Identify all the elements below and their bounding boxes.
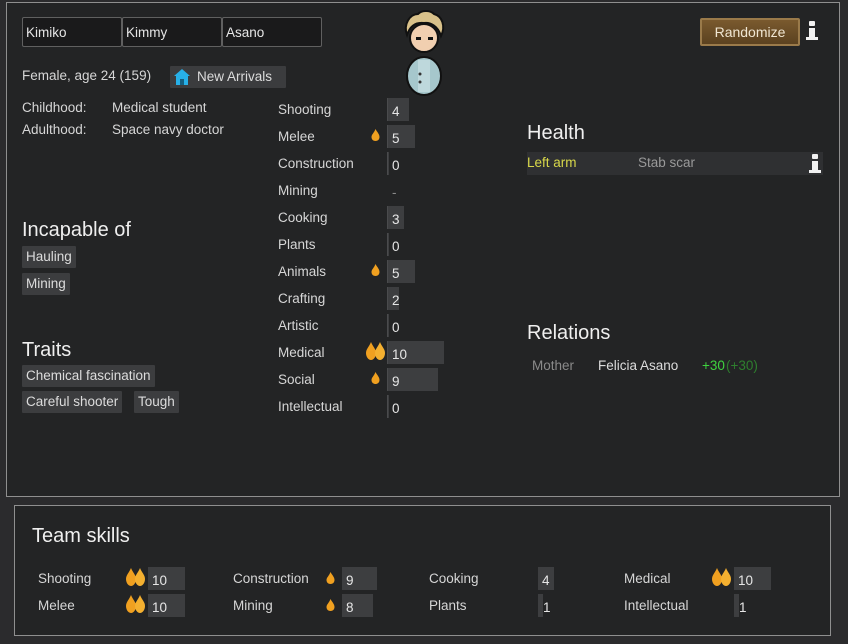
incapable-tag: Mining bbox=[22, 273, 70, 295]
nick-name-field[interactable] bbox=[122, 17, 222, 47]
minor-passion-icon bbox=[371, 372, 380, 384]
major-passion-icon bbox=[126, 595, 145, 613]
team-skill-level: 8 bbox=[346, 600, 354, 615]
minor-passion-icon bbox=[326, 599, 335, 611]
incapable-tag: Hauling bbox=[22, 246, 76, 268]
skill-label: Construction bbox=[278, 156, 354, 171]
health-condition: Stab scar bbox=[638, 155, 696, 170]
skill-label: Cooking bbox=[278, 210, 328, 225]
trait-tag[interactable]: Chemical fascination bbox=[22, 365, 155, 387]
team-skills-header: Team skills bbox=[32, 525, 130, 547]
team-skill-label: Cooking bbox=[429, 571, 479, 586]
trait-tag[interactable]: Tough bbox=[134, 391, 179, 413]
skill-level: 0 bbox=[392, 239, 400, 254]
relation-opinion: +30 bbox=[702, 358, 725, 373]
relation-opinion-base: (+30) bbox=[726, 358, 758, 373]
team-skill-label: Shooting bbox=[38, 571, 92, 586]
skill-level: 4 bbox=[392, 104, 400, 119]
skill-level: 3 bbox=[392, 212, 400, 227]
minor-passion-icon bbox=[371, 129, 380, 141]
skill-level: - bbox=[392, 185, 397, 200]
minor-passion-icon bbox=[371, 264, 380, 276]
team-skill-level: 4 bbox=[542, 573, 550, 588]
skill-label: Shooting bbox=[278, 102, 332, 117]
skill-label: Intellectual bbox=[278, 399, 343, 414]
team-skill-level: 10 bbox=[152, 573, 168, 588]
health-row[interactable]: Left arm Stab scar bbox=[527, 152, 823, 175]
team-skill-label: Intellectual bbox=[624, 598, 689, 613]
skill-level: 0 bbox=[392, 401, 400, 416]
team-skill-level: 9 bbox=[346, 573, 354, 588]
skill-level: 5 bbox=[392, 131, 400, 146]
adulthood-backstory: Space navy doctor bbox=[112, 122, 224, 137]
skill-bar bbox=[387, 152, 389, 175]
skill-level: 2 bbox=[392, 293, 400, 308]
major-passion-icon bbox=[712, 568, 731, 586]
skill-level: 0 bbox=[392, 158, 400, 173]
skill-level: 0 bbox=[392, 320, 400, 335]
skill-bar bbox=[387, 314, 389, 337]
adulthood-label: Adulthood: bbox=[22, 122, 87, 137]
last-name-field[interactable] bbox=[222, 17, 322, 47]
skill-level: 10 bbox=[392, 347, 408, 362]
major-passion-icon bbox=[126, 568, 145, 586]
relation-type: Mother bbox=[532, 358, 575, 373]
health-body-part: Left arm bbox=[527, 155, 577, 170]
faction-label: New Arrivals bbox=[197, 69, 273, 84]
skill-label: Animals bbox=[278, 264, 327, 279]
health-header: Health bbox=[527, 122, 585, 144]
incapable-header: Incapable of bbox=[22, 219, 131, 241]
relations-header: Relations bbox=[527, 322, 611, 344]
skill-label: Plants bbox=[278, 237, 316, 252]
faction-button[interactable]: New Arrivals bbox=[170, 66, 286, 88]
skill-bar bbox=[387, 395, 389, 418]
skill-label: Social bbox=[278, 372, 315, 387]
skill-bar bbox=[387, 233, 389, 256]
info-icon[interactable] bbox=[805, 20, 819, 40]
childhood-label: Childhood: bbox=[22, 100, 87, 115]
major-passion-icon bbox=[366, 342, 385, 360]
team-skill-label: Construction bbox=[233, 571, 309, 586]
team-skill-label: Plants bbox=[429, 598, 467, 613]
team-skill-level: 10 bbox=[738, 573, 754, 588]
team-skill-level: 1 bbox=[739, 600, 747, 615]
skill-label: Medical bbox=[278, 345, 325, 360]
team-skill-level: 10 bbox=[152, 600, 168, 615]
randomize-button[interactable]: Randomize bbox=[700, 18, 800, 46]
health-info-icon[interactable] bbox=[808, 153, 822, 173]
team-skill-label: Medical bbox=[624, 571, 671, 586]
relation-person[interactable]: Felicia Asano bbox=[598, 358, 678, 373]
minor-passion-icon bbox=[326, 572, 335, 584]
team-skill-level: 1 bbox=[543, 600, 551, 615]
skill-label: Melee bbox=[278, 129, 315, 144]
skill-level: 9 bbox=[392, 374, 400, 389]
skill-label: Crafting bbox=[278, 291, 326, 306]
skill-label: Artistic bbox=[278, 318, 319, 333]
childhood-backstory: Medical student bbox=[112, 100, 207, 115]
traits-header: Traits bbox=[22, 339, 72, 361]
team-skill-label: Mining bbox=[233, 598, 273, 613]
pawn-portrait bbox=[404, 10, 445, 96]
team-skill-label: Melee bbox=[38, 598, 75, 613]
home-icon bbox=[174, 69, 190, 85]
first-name-field[interactable] bbox=[22, 17, 122, 47]
pawn-summary: Female, age 24 (159) bbox=[22, 68, 152, 83]
skill-label: Mining bbox=[278, 183, 318, 198]
trait-tag[interactable]: Careful shooter bbox=[22, 391, 123, 413]
skill-level: 5 bbox=[392, 266, 400, 281]
